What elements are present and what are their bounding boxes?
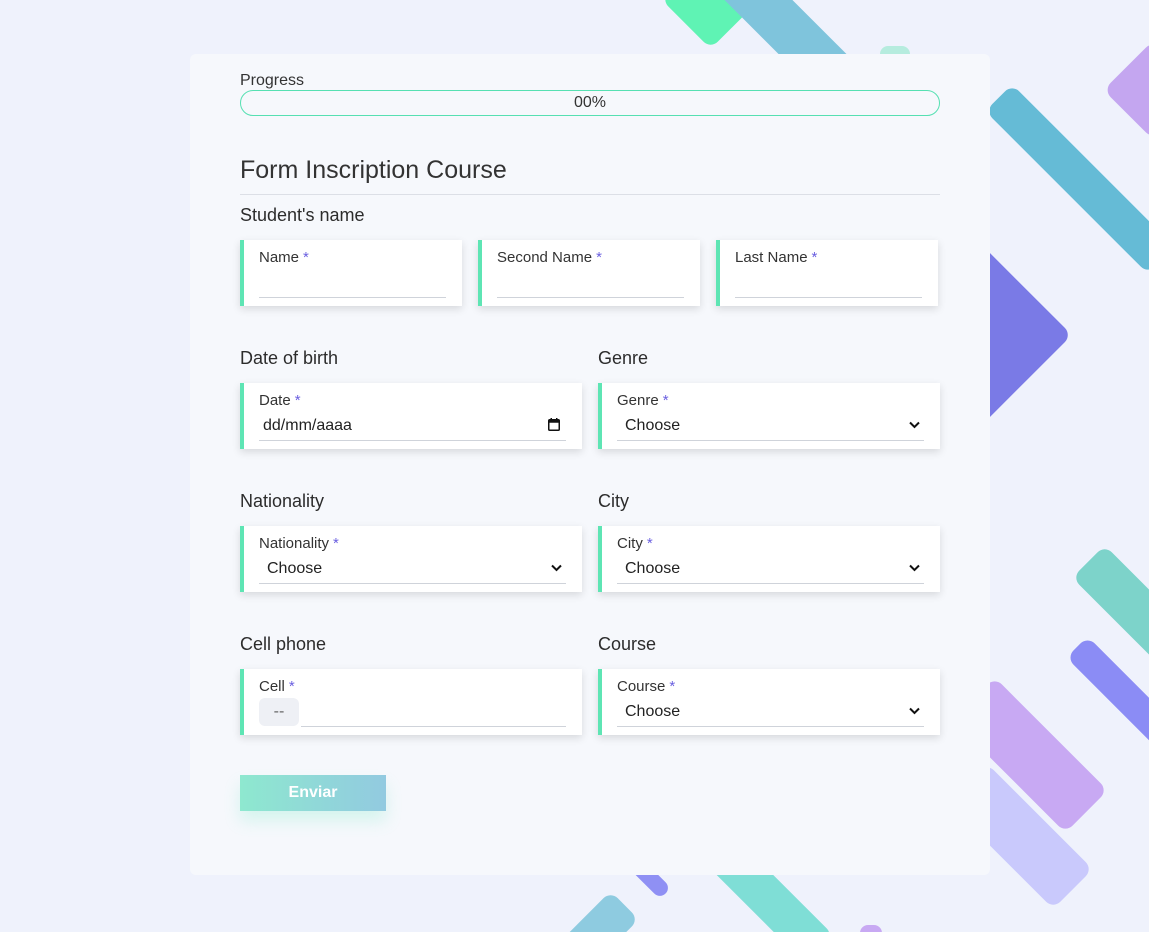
cell-field-label: Cell * <box>259 678 295 695</box>
section-label-course: Course <box>598 634 657 654</box>
course-select[interactable]: Course * Choose <box>598 669 940 735</box>
city-label-text: City <box>617 535 643 552</box>
section-label-date-of-birth: Date of birth <box>240 348 339 368</box>
course-selected-value: Choose <box>625 703 681 720</box>
required-marker: * <box>662 392 669 409</box>
city-selected-value: Choose <box>625 560 681 577</box>
form-title: Form Inscription Course <box>240 156 507 184</box>
second-name-field-label: Second Name * <box>497 249 602 266</box>
title-divider <box>240 194 940 195</box>
city-select-underline <box>617 583 924 584</box>
cell-prefix-selector[interactable]: -- <box>259 698 299 726</box>
date-input-value: dd/mm/aaaa <box>263 417 352 434</box>
cell-input-underline <box>301 726 566 727</box>
nationality-selected-value: Choose <box>267 560 323 577</box>
progress-label: Progress <box>240 72 305 89</box>
chevron-down-icon <box>909 707 920 715</box>
genre-selected-value: Choose <box>625 417 681 434</box>
progress-bar: 00% <box>240 90 940 116</box>
last-name-label-text: Last Name <box>735 249 808 266</box>
nationality-label-text: Nationality <box>259 535 330 552</box>
last-name-field[interactable]: Last Name * <box>716 240 938 306</box>
nationality-field-label: Nationality * <box>259 535 339 552</box>
city-select[interactable]: City * Choose <box>598 526 940 592</box>
section-label-nationality: Nationality <box>240 491 325 511</box>
name-field[interactable]: Name * <box>240 240 462 306</box>
cell-field[interactable]: Cell * -- <box>240 669 582 735</box>
calendar-icon[interactable] <box>548 418 560 431</box>
section-label-genre: Genre <box>598 348 649 368</box>
date-label-text: Date <box>259 392 291 409</box>
genre-label-text: Genre <box>617 392 659 409</box>
decor-bar <box>860 925 882 932</box>
second-name-label-text: Second Name <box>497 249 593 266</box>
course-field-label: Course * <box>617 678 675 695</box>
section-label-city: City <box>598 491 629 511</box>
required-marker: * <box>288 678 295 695</box>
date-field[interactable]: Date * dd/mm/aaaa <box>240 383 582 449</box>
required-marker: * <box>646 535 653 552</box>
section-label-student-name: Student's name <box>240 205 365 225</box>
second-name-field[interactable]: Second Name * <box>478 240 700 306</box>
city-field-label: City * <box>617 535 653 552</box>
genre-select-underline <box>617 440 924 441</box>
chevron-down-icon <box>909 421 920 429</box>
name-field-label: Name * <box>259 249 309 266</box>
genre-select[interactable]: Genre * Choose <box>598 383 940 449</box>
required-marker: * <box>294 392 301 409</box>
required-marker: * <box>669 678 676 695</box>
cell-label-text: Cell <box>259 678 285 695</box>
inscription-form-card: Progress 00% Form Inscription Course Stu… <box>190 54 990 875</box>
nationality-select[interactable]: Nationality * Choose <box>240 526 582 592</box>
decor-bar <box>1103 40 1149 140</box>
course-label-text: Course <box>617 678 666 695</box>
name-label-text: Name <box>259 249 300 266</box>
progress-value: 00% <box>573 94 607 111</box>
chevron-down-icon <box>551 564 562 572</box>
date-field-label: Date * <box>259 392 301 409</box>
decor-bar <box>561 891 639 932</box>
decor-bar <box>985 84 1149 274</box>
genre-field-label: Genre * <box>617 392 669 409</box>
decor-bar <box>1066 636 1149 764</box>
course-select-underline <box>617 726 924 727</box>
last-name-input-underline <box>735 297 922 298</box>
last-name-field-label: Last Name * <box>735 249 817 266</box>
second-name-input-underline <box>497 297 684 298</box>
required-marker: * <box>333 535 339 552</box>
required-marker: * <box>811 249 818 266</box>
chevron-down-icon <box>909 564 920 572</box>
name-input-underline <box>259 297 446 298</box>
nationality-select-underline <box>259 583 566 584</box>
section-label-cell-phone: Cell phone <box>240 634 327 654</box>
date-input-underline <box>259 440 566 441</box>
required-marker: * <box>596 249 602 266</box>
required-marker: * <box>303 249 309 266</box>
submit-button[interactable]: Enviar <box>240 775 386 811</box>
